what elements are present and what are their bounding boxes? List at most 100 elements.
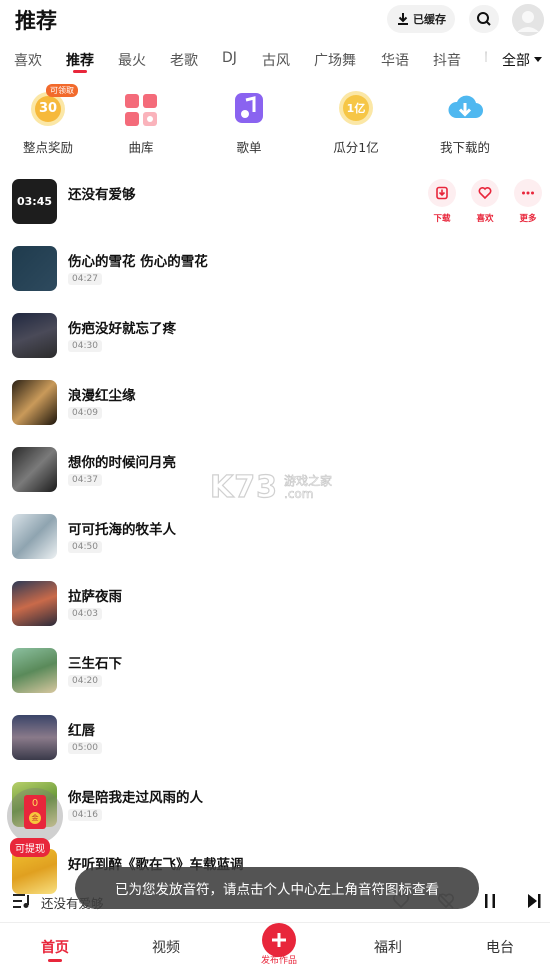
song-duration: 05:00 bbox=[68, 742, 102, 754]
shortcut-my-downloads[interactable]: 我下载的 bbox=[425, 88, 505, 156]
song-duration: 04:50 bbox=[68, 541, 102, 553]
tab-old-songs[interactable]: 老歌 bbox=[170, 50, 198, 70]
watermark-brand: K73 bbox=[209, 469, 278, 505]
claimable-badge: 可领取 bbox=[46, 84, 78, 97]
shortcut-label: 曲库 bbox=[128, 140, 154, 155]
header: 推荐 已缓存 bbox=[0, 0, 550, 40]
like-action-label: 喜欢 bbox=[476, 214, 494, 224]
more-action[interactable]: 更多 bbox=[513, 179, 543, 224]
toast-message: 已为您发放音符，请点击个人中心左上角音符图标查看 bbox=[75, 867, 479, 909]
song-row[interactable]: 拉萨夜雨 04:03 bbox=[0, 580, 550, 640]
playlist-queue-icon[interactable] bbox=[13, 893, 31, 909]
song-row[interactable]: 你是陪我走过风雨的人 04:16 bbox=[0, 781, 550, 841]
song-title: 三生石下 bbox=[68, 656, 122, 672]
next-track-icon[interactable] bbox=[526, 892, 542, 910]
watermark-line-1: 游戏之家 bbox=[284, 473, 333, 488]
song-title: 拉萨夜雨 bbox=[68, 589, 122, 605]
shortcut-label: 瓜分1亿 bbox=[333, 140, 379, 155]
pause-icon[interactable] bbox=[482, 892, 498, 910]
cached-label: 已缓存 bbox=[413, 13, 446, 26]
download-action-label: 下载 bbox=[433, 214, 451, 224]
tab-overflow[interactable]: I bbox=[484, 50, 488, 66]
red-packet-widget[interactable]: 0 金 可提现 bbox=[7, 788, 63, 857]
song-row[interactable]: 伤疤没好就忘了疼 04:30 bbox=[0, 312, 550, 372]
tab-mandarin[interactable]: 华语 bbox=[381, 50, 409, 70]
tab-hot[interactable]: 最火 bbox=[118, 50, 146, 70]
user-avatar-icon bbox=[512, 4, 544, 36]
tab-dj[interactable]: DJ bbox=[222, 50, 237, 66]
song-title: 想你的时候问月亮 bbox=[68, 455, 176, 471]
song-cover bbox=[12, 447, 57, 492]
watermark-logo: K73 游戏之家 .com bbox=[209, 469, 333, 505]
cover-time: 03:45 bbox=[16, 195, 52, 208]
tab-recommend[interactable]: 推荐 bbox=[66, 50, 94, 70]
tab-douyin[interactable]: 抖音 bbox=[433, 50, 461, 70]
song-actions: 下载 喜欢 更多 bbox=[427, 179, 547, 227]
publish-button[interactable] bbox=[262, 923, 296, 957]
song-cover: 03:45 bbox=[12, 179, 57, 224]
tab-square-dance[interactable]: 广场舞 bbox=[314, 50, 356, 70]
nav-active-indicator bbox=[48, 959, 62, 962]
library-grid-icon bbox=[125, 94, 157, 126]
coin-value: 1亿 bbox=[346, 102, 366, 115]
song-row[interactable]: 可可托海的牧羊人 04:50 bbox=[0, 513, 550, 573]
avatar[interactable] bbox=[512, 4, 544, 36]
all-categories-label: 全部 bbox=[502, 53, 530, 69]
song-title: 可可托海的牧羊人 bbox=[68, 522, 176, 538]
plus-icon bbox=[272, 933, 286, 947]
song-cover bbox=[12, 246, 57, 291]
shortcut-library[interactable]: 曲库 bbox=[101, 88, 181, 156]
all-categories-button[interactable]: 全部 bbox=[490, 47, 550, 73]
bottom-navigation: 首页 视频 发布作品 福利 电台 bbox=[0, 922, 550, 970]
download-icon bbox=[398, 13, 408, 25]
shortcut-share-pool[interactable]: 1亿 瓜分1亿 bbox=[316, 88, 396, 156]
song-duration: 04:16 bbox=[68, 809, 102, 821]
song-duration: 04:37 bbox=[68, 474, 102, 486]
song-cover bbox=[12, 313, 57, 358]
song-duration: 04:09 bbox=[68, 407, 102, 419]
shortcut-playlists[interactable]: 歌单 bbox=[209, 88, 289, 156]
watermark-line-2: .com bbox=[284, 486, 314, 501]
song-cover bbox=[12, 514, 57, 559]
song-row[interactable]: 伤心的雪花 伤心的雪花 04:27 bbox=[0, 245, 550, 305]
nav-welfare[interactable]: 福利 bbox=[358, 937, 418, 957]
song-title: 浪漫红尘缘 bbox=[68, 388, 136, 404]
shortcut-label: 整点奖励 bbox=[22, 140, 73, 155]
more-action-label: 更多 bbox=[519, 214, 537, 224]
packet-count: 0 bbox=[31, 798, 39, 809]
more-dots-icon bbox=[522, 191, 534, 195]
like-action[interactable]: 喜欢 bbox=[470, 179, 500, 224]
song-title: 伤心的雪花 伤心的雪花 bbox=[68, 254, 208, 270]
search-button[interactable] bbox=[469, 5, 499, 33]
nav-radio[interactable]: 电台 bbox=[470, 937, 530, 957]
withdraw-tag: 可提现 bbox=[10, 838, 50, 857]
red-packet-icon: 0 金 bbox=[24, 795, 46, 829]
song-title: 红唇 bbox=[68, 723, 95, 739]
song-title: 伤疤没好就忘了疼 bbox=[68, 321, 176, 337]
song-row[interactable]: 红唇 05:00 bbox=[0, 714, 550, 774]
song-duration: 04:03 bbox=[68, 608, 102, 620]
tab-ancient-style[interactable]: 古风 bbox=[262, 50, 290, 70]
gold-coin-icon: 金 bbox=[29, 812, 41, 824]
nav-video[interactable]: 视频 bbox=[136, 937, 196, 957]
coin-value: 30 bbox=[38, 101, 58, 116]
download-icon bbox=[436, 186, 448, 200]
publish-label: 发布作品 bbox=[260, 956, 297, 966]
shortcut-label: 歌单 bbox=[236, 140, 262, 155]
song-row[interactable]: 三生石下 04:20 bbox=[0, 647, 550, 707]
cached-button[interactable]: 已缓存 bbox=[387, 5, 455, 33]
page-title: 推荐 bbox=[15, 9, 57, 33]
song-title: 你是陪我走过风雨的人 bbox=[68, 790, 203, 806]
nav-home[interactable]: 首页 bbox=[25, 937, 85, 957]
song-duration: 04:20 bbox=[68, 675, 102, 687]
song-cover bbox=[12, 648, 57, 693]
song-row[interactable]: 浪漫红尘缘 04:09 bbox=[0, 379, 550, 439]
song-duration: 04:30 bbox=[68, 340, 102, 352]
tab-active-indicator bbox=[73, 70, 87, 73]
shortcut-label: 我下载的 bbox=[439, 140, 490, 155]
song-duration: 04:27 bbox=[68, 273, 102, 285]
tab-like[interactable]: 喜欢 bbox=[14, 50, 42, 70]
shortcut-hourly-reward[interactable]: 30 可领取 整点奖励 bbox=[8, 84, 88, 156]
download-action[interactable]: 下载 bbox=[427, 179, 457, 224]
caret-down-icon bbox=[534, 57, 542, 62]
